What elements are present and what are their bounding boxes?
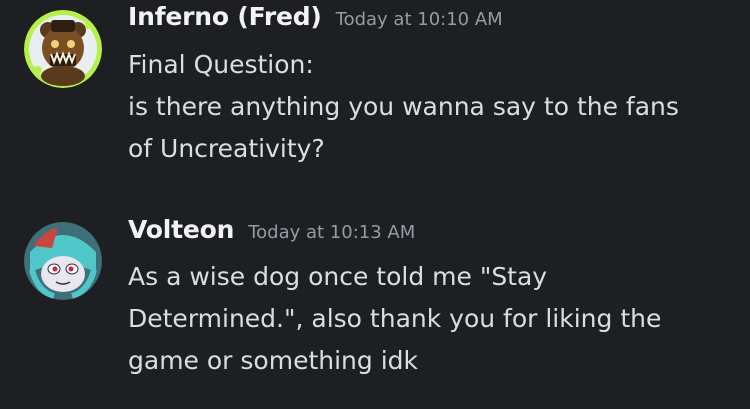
message-line: As a wise dog once told me "Stay bbox=[128, 262, 548, 291]
timestamp: Today at 10:10 AM bbox=[335, 9, 503, 30]
avatar[interactable] bbox=[24, 222, 102, 300]
message-content: Final Question: is there anything you wa… bbox=[128, 44, 728, 170]
message-header: Volteon Today at 10:13 AM bbox=[128, 215, 415, 255]
avatar[interactable] bbox=[24, 10, 102, 88]
message-line: is there anything you wanna say to the f… bbox=[128, 92, 679, 121]
message-line: Determined.", also thank you for liking … bbox=[128, 304, 662, 333]
timestamp: Today at 10:13 AM bbox=[248, 222, 416, 243]
message-line: game or something idk bbox=[128, 346, 418, 375]
message-content: As a wise dog once told me "Stay Determi… bbox=[128, 256, 728, 382]
message-line: Final Question: bbox=[128, 50, 314, 79]
message-line: of Uncreativity? bbox=[128, 134, 325, 163]
volteon-avatar-icon bbox=[24, 222, 102, 300]
fredbear-avatar-icon bbox=[24, 10, 102, 88]
username[interactable]: Volteon bbox=[128, 215, 234, 244]
username[interactable]: Inferno (Fred) bbox=[128, 2, 322, 31]
message-header: Inferno (Fred) Today at 10:10 AM bbox=[128, 2, 503, 42]
